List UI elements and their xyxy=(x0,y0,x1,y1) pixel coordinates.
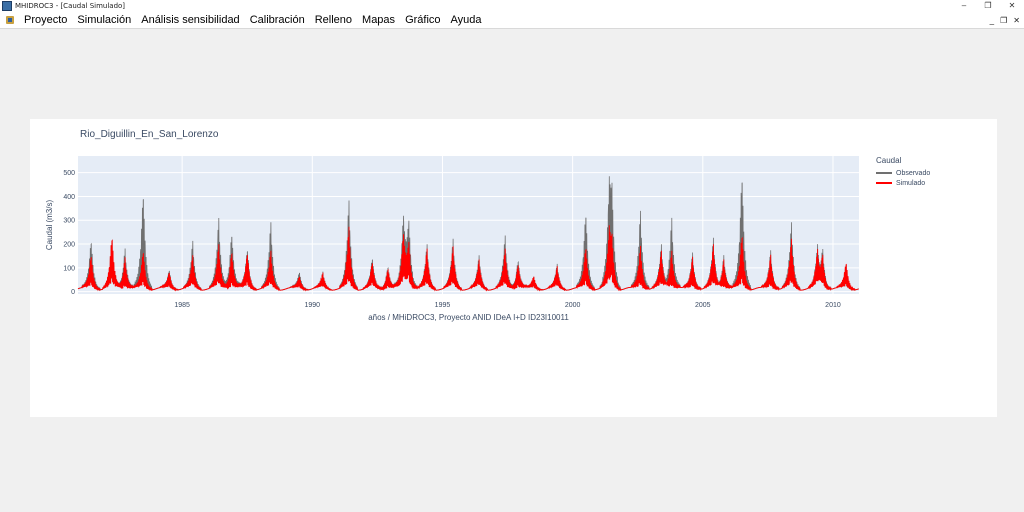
y-tick-label: 500 xyxy=(63,170,75,177)
y-tick-label: 200 xyxy=(63,242,75,249)
legend-title: Caudal xyxy=(876,156,902,165)
mdi-restore-button[interactable]: ❐ xyxy=(1000,16,1007,25)
hydrograph-chart[interactable]: 1985 1990 1995 2000 2005 2010 0 100 200 300 400 500… xyxy=(30,119,997,417)
x-tick-label: 2005 xyxy=(695,302,711,309)
menu-calibracion[interactable]: Calibración xyxy=(245,12,310,29)
menu-analisis-sensibilidad[interactable]: Análisis sensibilidad xyxy=(136,12,244,29)
menu-grafico[interactable]: Gráfico xyxy=(400,12,445,29)
x-tick-label: 1985 xyxy=(174,302,190,309)
legend-swatch-simulado xyxy=(876,182,892,184)
x-tick-label: 1995 xyxy=(435,302,451,309)
menu-ayuda[interactable]: Ayuda xyxy=(446,12,487,29)
mdi-close-button[interactable]: ✕ xyxy=(1013,16,1020,25)
window-controls: – ❐ ✕ xyxy=(952,0,1024,12)
menu-proyecto[interactable]: Proyecto xyxy=(19,12,72,29)
minimize-window-button[interactable]: – xyxy=(952,0,976,12)
y-tick-label: 100 xyxy=(63,265,75,272)
y-tick-label: 400 xyxy=(63,194,75,201)
menubar: Proyecto Simulación Análisis sensibilida… xyxy=(0,12,1024,29)
legend-label-simulado: Simulado xyxy=(896,179,926,187)
close-window-button[interactable]: ✕ xyxy=(1000,0,1024,12)
mdi-child-controls: _ ❐ ✕ xyxy=(990,12,1020,29)
legend-item-simulado[interactable]: Simulado xyxy=(876,178,930,188)
mdi-minimize-button[interactable]: _ xyxy=(990,16,994,25)
window-titlebar: MHIDROC3 - [Caudal Simulado] – ❐ ✕ xyxy=(0,0,1024,12)
y-axis-label: Caudal (m3/s) xyxy=(45,200,54,251)
y-tick-label: 0 xyxy=(71,289,75,296)
app-icon xyxy=(2,1,12,11)
x-axis-label: años / MHiDROC3, Proyecto ANID IDeA I+D … xyxy=(368,313,569,322)
window-title: MHIDROC3 - [Caudal Simulado] xyxy=(15,2,126,10)
x-tick-label: 2010 xyxy=(825,302,841,309)
maximize-window-button[interactable]: ❐ xyxy=(976,0,1000,12)
legend-label-observado: Observado xyxy=(896,169,931,177)
plot-title: Rio_Diguillin_En_San_Lorenzo xyxy=(80,129,219,140)
legend: Caudal Observado Simulado xyxy=(876,156,930,188)
plot-panel[interactable]: 1985 1990 1995 2000 2005 2010 0 100 200 300 400 500… xyxy=(30,119,997,417)
y-tick-label: 300 xyxy=(63,218,75,225)
menu-mapas[interactable]: Mapas xyxy=(357,12,400,29)
menu-relleno[interactable]: Relleno xyxy=(310,12,357,29)
x-tick-label: 1990 xyxy=(305,302,321,309)
x-tick-label: 2000 xyxy=(565,302,581,309)
app-menu-icon[interactable] xyxy=(5,15,15,25)
legend-swatch-observado xyxy=(876,172,892,174)
menu-simulacion[interactable]: Simulación xyxy=(72,12,136,29)
legend-item-observado[interactable]: Observado xyxy=(876,168,930,178)
